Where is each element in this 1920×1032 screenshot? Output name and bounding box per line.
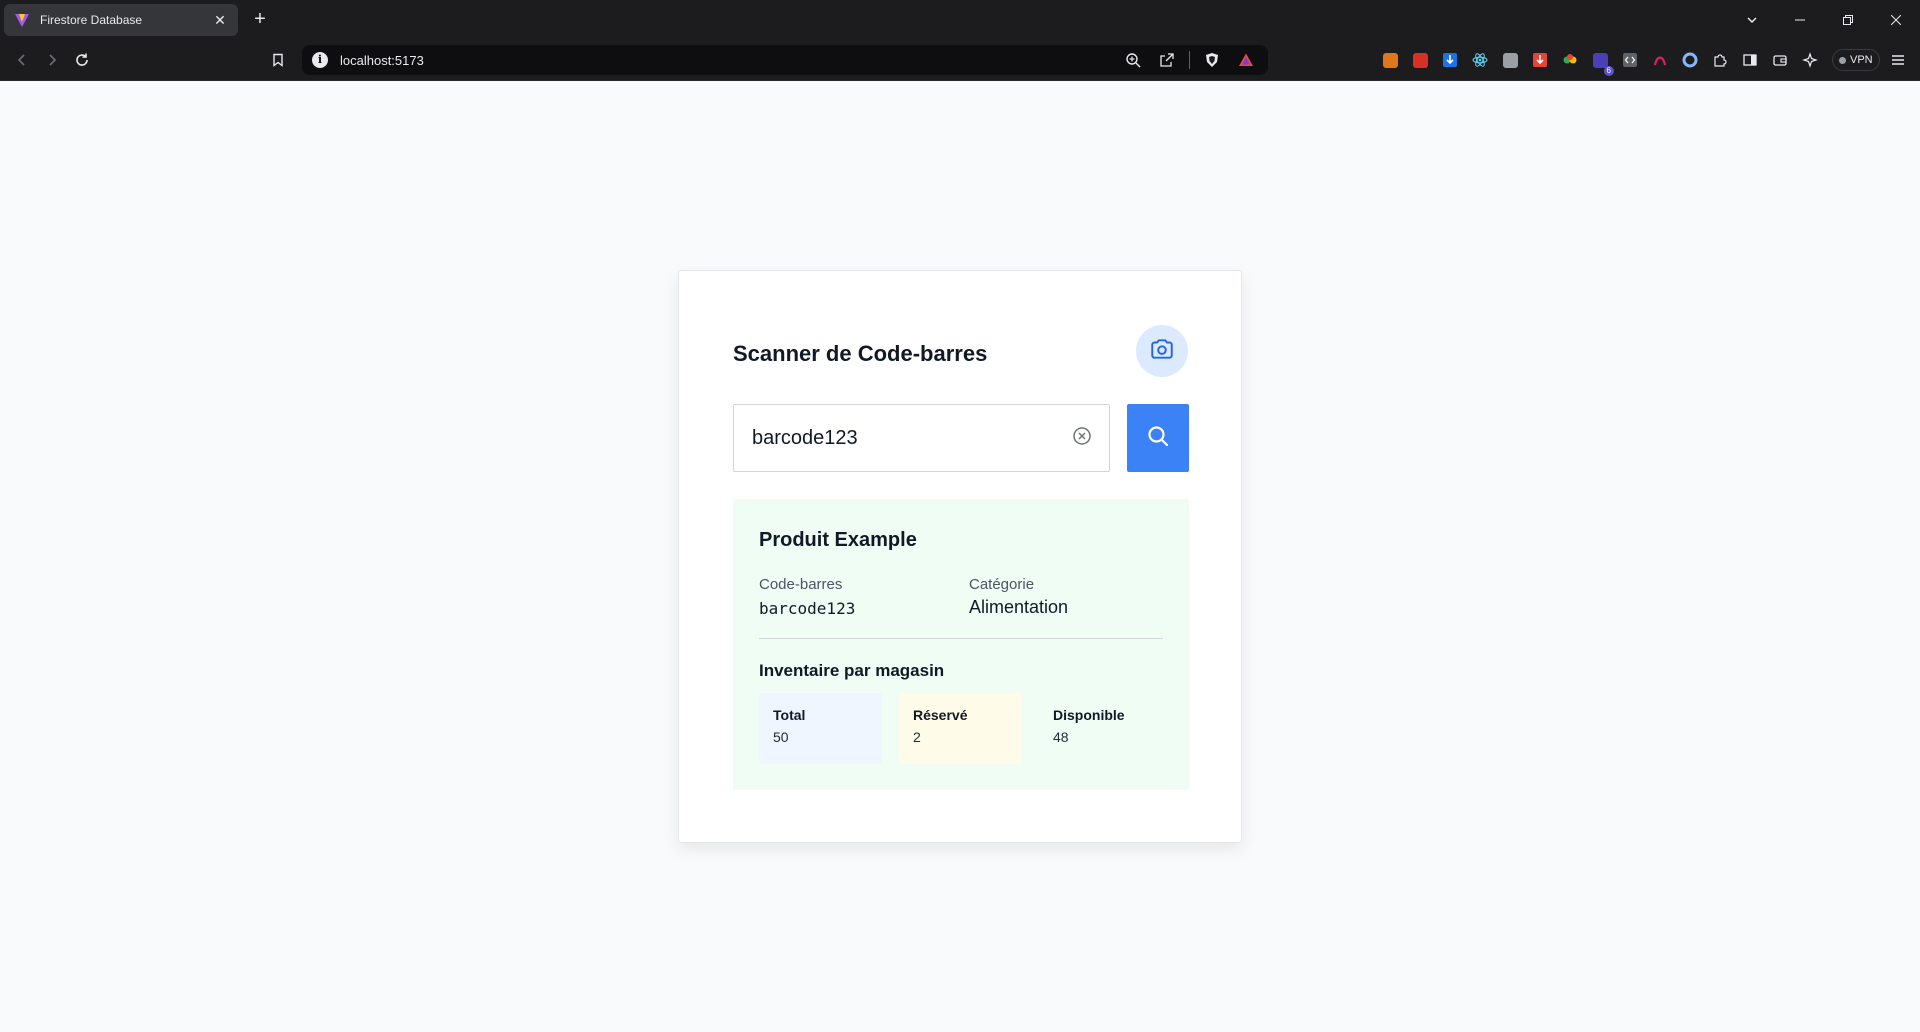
menu-icon[interactable] (1886, 48, 1910, 72)
leo-ai-icon[interactable] (1798, 48, 1822, 72)
divider (759, 638, 1163, 639)
stat-total: Total 50 (759, 693, 882, 764)
address-bar[interactable]: i localhost:5173 (302, 45, 1268, 75)
tab-title: Firestore Database (40, 13, 143, 27)
stat-total-value: 50 (773, 729, 789, 745)
stat-available: Disponible 48 (1039, 693, 1162, 764)
metamask-icon[interactable] (1378, 48, 1402, 72)
browser-tab[interactable]: Firestore Database ✕ (4, 4, 238, 36)
stat-reserved-value: 2 (913, 729, 921, 745)
extension-badge-icon[interactable]: 6 (1588, 48, 1614, 76)
stat-available-label: Disponible (1053, 707, 1125, 723)
page-title: Scanner de Code-barres (733, 341, 988, 366)
wallet-icon[interactable] (1768, 48, 1792, 72)
window-controls (1728, 0, 1920, 40)
zoom-icon[interactable] (1121, 48, 1145, 72)
category-value: Alimentation (969, 597, 1069, 617)
brave-shields-icon[interactable] (1200, 48, 1224, 72)
url-separator (1189, 51, 1190, 69)
tab-bar: Firestore Database ✕ + (0, 0, 1920, 40)
share-icon[interactable] (1155, 48, 1179, 72)
stat-total-label: Total (773, 707, 806, 723)
barcode-input[interactable] (752, 405, 1052, 471)
vpn-status-icon (1839, 56, 1846, 64)
extensions-puzzle-icon[interactable] (1708, 48, 1732, 72)
site-info-icon[interactable]: i (312, 52, 328, 68)
tab-close-icon[interactable]: ✕ (212, 12, 228, 29)
inventory-title: Inventaire par magasin (759, 661, 945, 680)
brave-rewards-icon[interactable] (1234, 48, 1258, 72)
close-window-icon[interactable] (1872, 0, 1920, 40)
vpn-button[interactable]: VPN (1832, 49, 1880, 71)
bookmark-icon[interactable] (266, 48, 290, 72)
search-button[interactable] (1127, 404, 1189, 472)
search-icon (1146, 424, 1170, 453)
restore-icon[interactable] (1824, 0, 1872, 40)
new-tab-icon[interactable]: + (248, 8, 272, 32)
barcode-input-wrapper (733, 404, 1110, 472)
stat-reserved-label: Réservé (913, 707, 968, 723)
sidebar-icon[interactable] (1738, 48, 1762, 72)
minimize-icon[interactable] (1776, 0, 1824, 40)
barcode-label: Code-barres (759, 576, 843, 593)
extension-pink-icon[interactable] (1648, 48, 1672, 72)
code-extension-icon[interactable] (1618, 48, 1642, 72)
extension-red-icon[interactable] (1408, 48, 1432, 72)
tab-list-chevron-icon[interactable] (1728, 0, 1776, 40)
download-helper-icon[interactable] (1438, 48, 1462, 72)
reload-icon[interactable] (70, 48, 94, 72)
react-devtools-icon[interactable] (1468, 48, 1492, 72)
scanner-card: Scanner de Code-barres Produit Example C… (678, 270, 1242, 843)
product-result-panel: Produit Example Code-barres barcode123 C… (733, 499, 1189, 790)
clear-input-button[interactable] (1071, 426, 1093, 451)
clear-icon (1072, 426, 1092, 451)
stat-reserved: Réservé 2 (899, 693, 1022, 764)
extension-ring-icon[interactable] (1678, 48, 1702, 72)
url-text[interactable]: localhost:5173 (340, 53, 1121, 68)
back-icon[interactable] (10, 48, 34, 72)
category-label: Catégorie (969, 576, 1035, 593)
vpn-label: VPN (1850, 54, 1873, 66)
camera-button[interactable] (1136, 325, 1188, 377)
extension-m-icon[interactable] (1498, 48, 1522, 72)
forward-icon[interactable] (40, 48, 64, 72)
camera-icon (1149, 336, 1175, 367)
stat-available-value: 48 (1053, 729, 1069, 745)
vite-logo-icon (14, 12, 30, 28)
product-name: Produit Example (759, 529, 917, 551)
extension-orange-download-icon[interactable] (1528, 48, 1552, 72)
extension-colorful-icon[interactable] (1558, 48, 1582, 72)
browser-toolbar: i localhost:5173 6 VPN (0, 40, 1920, 81)
barcode-value: barcode123 (759, 599, 856, 618)
extensions-row: 6 VPN (1378, 48, 1880, 76)
